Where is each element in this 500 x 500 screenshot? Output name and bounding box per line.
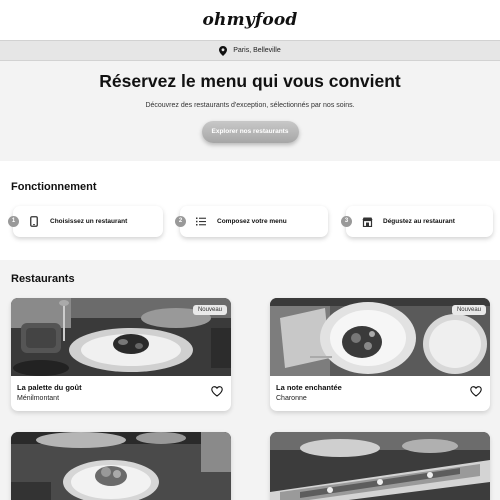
location-bar: Paris, Belleville bbox=[0, 40, 500, 61]
step-number: 1 bbox=[8, 216, 19, 227]
restaurant-image bbox=[270, 432, 490, 500]
new-badge: Nouveau bbox=[451, 305, 486, 315]
heart-icon[interactable] bbox=[211, 386, 223, 397]
restaurant-name: La palette du goût bbox=[17, 383, 82, 392]
restaurant-image bbox=[11, 432, 231, 500]
step-number: 2 bbox=[175, 216, 186, 227]
hero-subtitle: Découvrez des restaurants d'exception, s… bbox=[145, 102, 355, 109]
new-badge: Nouveau bbox=[192, 305, 227, 315]
logo[interactable]: ohmyfood bbox=[202, 10, 297, 30]
step-card[interactable]: 3 Dégustez au restaurant bbox=[341, 206, 493, 237]
hero-title: Réservez le menu qui vous convient bbox=[99, 71, 401, 91]
map-pin-icon bbox=[219, 45, 228, 56]
step-label: Dégustez au restaurant bbox=[383, 218, 455, 225]
card-body: La palette du goût Ménilmontant bbox=[11, 376, 231, 411]
step-number: 3 bbox=[341, 216, 352, 227]
step-label: Choisissez un restaurant bbox=[50, 218, 128, 225]
restaurant-card[interactable]: Nouveau La palette du goût Ménilmontant bbox=[11, 298, 231, 411]
step-label: Composez votre menu bbox=[217, 218, 287, 225]
smartphone-icon bbox=[28, 216, 40, 228]
restaurant-card[interactable]: Nouveau La note enchantée Charonne bbox=[270, 298, 490, 411]
how-it-works-section: Fonctionnement 1 Choisissez un restauran… bbox=[0, 161, 500, 261]
card-body: La note enchantée Charonne bbox=[270, 376, 490, 411]
step-card[interactable]: 2 Composez votre menu bbox=[175, 206, 328, 237]
restaurants-title: Restaurants bbox=[11, 273, 75, 285]
heart-icon[interactable] bbox=[470, 386, 482, 397]
restaurant-name: La note enchantée bbox=[276, 383, 342, 392]
explore-restaurants-button[interactable]: Explorer nos restaurants bbox=[201, 121, 299, 143]
how-it-works-title: Fonctionnement bbox=[11, 181, 97, 193]
list-icon bbox=[195, 216, 207, 228]
restaurant-card[interactable] bbox=[11, 432, 231, 500]
restaurants-section: Restaurants Nouveau La palette du goût M… bbox=[0, 260, 500, 500]
step-card[interactable]: 1 Choisissez un restaurant bbox=[8, 206, 163, 237]
store-icon bbox=[361, 216, 373, 228]
steps-list: 1 Choisissez un restaurant 2 Composez vo… bbox=[8, 206, 493, 240]
hero-section: Réservez le menu qui vous convient Décou… bbox=[0, 61, 500, 161]
restaurant-location: Ménilmontant bbox=[17, 395, 60, 402]
restaurant-image: Nouveau bbox=[270, 298, 490, 376]
restaurant-card[interactable] bbox=[270, 432, 490, 500]
site-header: ohmyfood bbox=[0, 0, 500, 40]
restaurant-location: Charonne bbox=[276, 395, 307, 402]
restaurant-image: Nouveau bbox=[11, 298, 231, 376]
location-text: Paris, Belleville bbox=[233, 47, 281, 54]
